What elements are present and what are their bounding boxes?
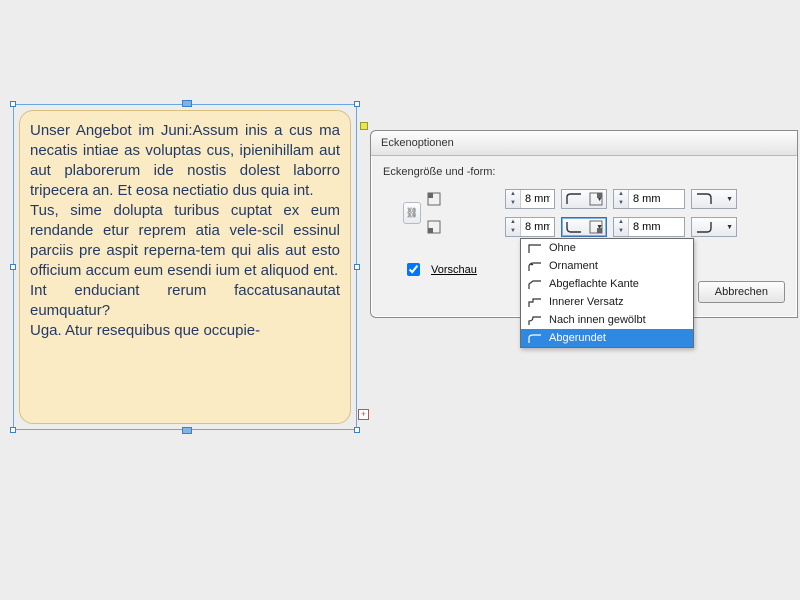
handle-bottom-left[interactable] [10, 427, 16, 433]
chevron-down-icon: ▼ [726, 196, 733, 203]
handle-mid-top[interactable] [182, 100, 192, 107]
link-corners-toggle[interactable]: ⛓ [403, 202, 421, 224]
dropdown-item-label: Abgerundet [549, 332, 606, 344]
spinner-up-icon[interactable]: ▲ [614, 218, 628, 227]
text-frame-content: Unser Angebot im Juni:Assum inis a cus m… [19, 110, 351, 424]
preview-checkbox[interactable] [407, 263, 420, 276]
handle-mid-bottom[interactable] [182, 427, 192, 434]
preview-label[interactable]: Vorschau [431, 264, 477, 276]
corner-tr-icon [589, 192, 603, 206]
corner-bl-icon [427, 220, 441, 234]
corner-br-size[interactable]: ▲▼ [613, 217, 685, 237]
spinner-up-icon[interactable]: ▲ [506, 218, 520, 227]
corner-tl-size-input[interactable] [521, 190, 554, 208]
dropdown-item-label: Ohne [549, 242, 576, 254]
corner-tr-shape[interactable]: ▼ [691, 189, 737, 209]
corner-bl-size[interactable]: ▲▼ [505, 217, 555, 237]
dropdown-item-label: Nach innen gewölbt [549, 314, 646, 326]
corner-shape-dropdown[interactable]: Ohne Ornament Abgeflachte Kante Innerer … [520, 238, 694, 348]
dropdown-item-inverse-rounded[interactable]: Nach innen gewölbt [521, 311, 693, 329]
overset-indicator[interactable]: + [358, 409, 369, 420]
corner-tl-size[interactable]: ▲▼ [505, 189, 555, 209]
spinner-down-icon[interactable]: ▼ [506, 227, 520, 236]
cancel-button[interactable]: Abbrechen [698, 281, 785, 303]
corner-br-icon [589, 220, 603, 234]
dropdown-item-inset[interactable]: Innerer Versatz [521, 293, 693, 311]
text-frame[interactable]: Unser Angebot im Juni:Assum inis a cus m… [13, 104, 357, 430]
handle-mid-left[interactable] [10, 264, 16, 270]
dropdown-item-label: Innerer Versatz [549, 296, 624, 308]
corner-bl-size-input[interactable] [521, 218, 554, 236]
dropdown-item-label: Ornament [549, 260, 598, 272]
spinner-down-icon[interactable]: ▼ [614, 199, 628, 208]
chevron-down-icon: ▼ [726, 224, 733, 231]
dropdown-item-label: Abgeflachte Kante [549, 278, 639, 290]
spinner-down-icon[interactable]: ▼ [614, 227, 628, 236]
corner-br-shape[interactable]: ▼ [691, 217, 737, 237]
handle-bottom-right[interactable] [354, 427, 360, 433]
dropdown-item-fancy[interactable]: Ornament [521, 257, 693, 275]
corner-br-size-input[interactable] [629, 218, 684, 236]
dropdown-item-none[interactable]: Ohne [521, 239, 693, 257]
handle-mid-right[interactable] [354, 264, 360, 270]
handle-top-left[interactable] [10, 101, 16, 107]
dropdown-item-rounded[interactable]: Abgerundet [521, 329, 693, 347]
spinner-down-icon[interactable]: ▼ [506, 199, 520, 208]
corner-tl-icon [427, 192, 441, 206]
dialog-title: Eckenoptionen [371, 131, 797, 156]
live-corner-handle[interactable] [360, 122, 368, 130]
spinner-up-icon[interactable]: ▲ [614, 190, 628, 199]
dropdown-item-bevel[interactable]: Abgeflachte Kante [521, 275, 693, 293]
corner-tr-size-input[interactable] [629, 190, 684, 208]
corner-group-label: Eckengröße und -form: [383, 166, 785, 178]
handle-top-right[interactable] [354, 101, 360, 107]
dialog-title-text: Eckenoptionen [381, 137, 454, 149]
spinner-up-icon[interactable]: ▲ [506, 190, 520, 199]
corner-tr-size[interactable]: ▲▼ [613, 189, 685, 209]
